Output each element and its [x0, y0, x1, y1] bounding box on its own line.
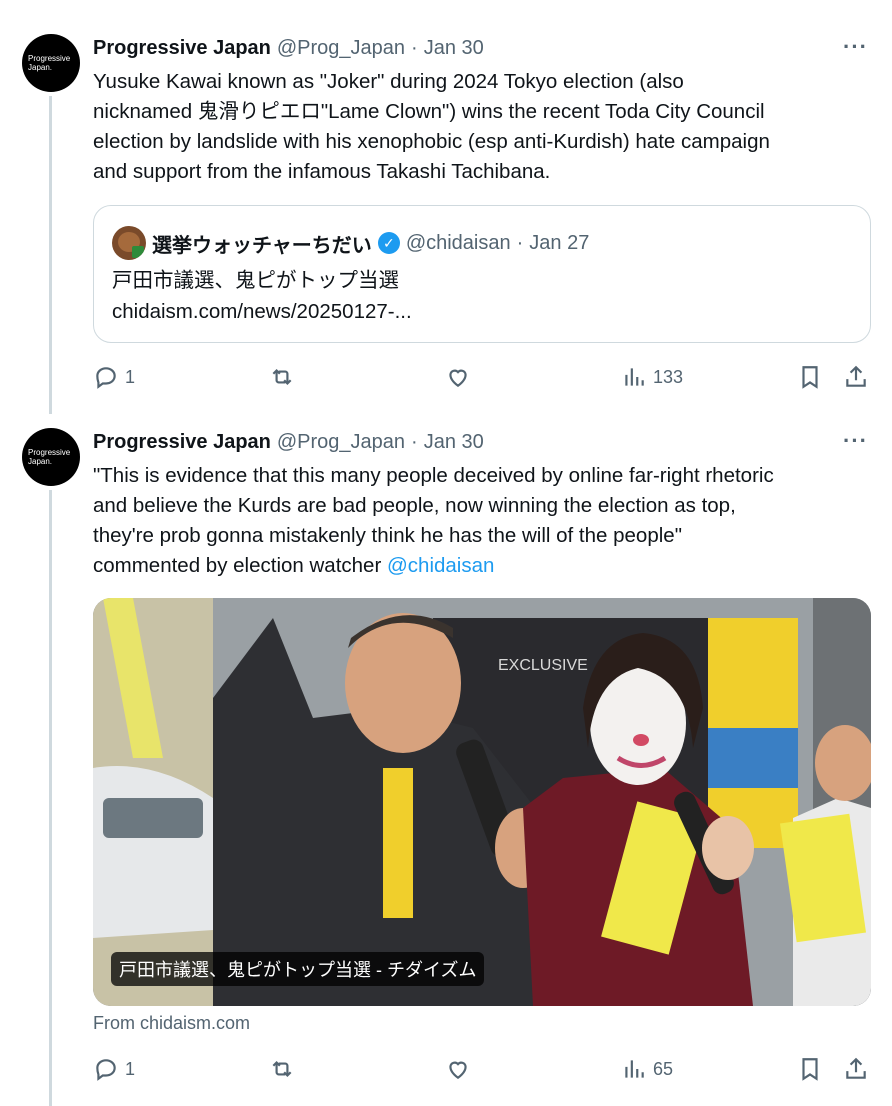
reply-count: 1 — [125, 1058, 136, 1079]
bookmark-button[interactable] — [797, 364, 823, 390]
author-handle[interactable]: @Prog_Japan — [277, 431, 405, 454]
repost-icon — [272, 368, 292, 386]
thread-line — [49, 490, 52, 1106]
share-icon — [846, 1057, 866, 1079]
share-icon — [846, 365, 866, 387]
avatar-label: Japan. — [28, 457, 53, 466]
quote-date: Jan 27 — [529, 231, 590, 254]
separator: · — [411, 37, 418, 59]
separator: · — [411, 431, 418, 453]
quote-avatar — [112, 226, 146, 260]
more-options-icon[interactable]: ··· — [843, 428, 868, 454]
avatar-label: Japan. — [28, 63, 53, 72]
tweet-header: Progressive Japan @Prog_Japan · Jan 30 — [93, 37, 484, 60]
avatar[interactable]: Progressive Japan. — [22, 34, 80, 92]
quote-tweet[interactable]: 選挙ウォッチャーちだい ✓ @chidaisan · Jan 27 戸田市議選、… — [93, 205, 871, 343]
bookmark-icon — [802, 366, 818, 389]
card-caption: 戸田市議選、鬼ピがトップ当選 - チダイズム — [111, 952, 485, 986]
separator: · — [516, 231, 524, 254]
like-button[interactable] — [445, 364, 477, 390]
views-button[interactable]: 133 — [621, 364, 683, 390]
tweet-text: Yusuke Kawai known as "Joker" during 202… — [93, 67, 873, 187]
mention-link[interactable]: @chidaisan — [387, 554, 494, 577]
thread-line — [49, 96, 52, 414]
views-button[interactable]: 65 — [621, 1056, 673, 1082]
view-count: 65 — [653, 1058, 674, 1079]
tweet-text-line: "This is evidence that this many people … — [93, 464, 774, 487]
news-photo: EXCLUSIVE — [93, 598, 871, 1006]
reply-icon — [96, 1059, 116, 1081]
heart-icon — [449, 1061, 467, 1079]
tweet-text-line: and believe the Kurds are bad people, no… — [93, 494, 736, 517]
reply-count: 1 — [125, 366, 136, 387]
tweet-date[interactable]: Jan 30 — [424, 37, 484, 60]
repost-icon — [272, 1060, 292, 1078]
reply-button[interactable]: 1 — [93, 364, 135, 390]
tweet-text-line: and support from the infamous Takashi Ta… — [93, 160, 551, 183]
repost-button[interactable] — [269, 364, 301, 390]
tweet-actions: 1 65 — [93, 1056, 873, 1086]
quote-text: 戸田市議選、鬼ピがトップ当選 — [112, 269, 399, 292]
card-source[interactable]: From chidaism.com — [93, 1013, 250, 1034]
tweet-text-line: they're prob gonna mistakenly think he h… — [93, 524, 682, 547]
tweet-text: "This is evidence that this many people … — [93, 461, 873, 581]
share-button[interactable] — [843, 364, 869, 390]
tweet-text-line: Yusuke Kawai known as "Joker" during 202… — [93, 70, 684, 93]
banner-text: EXCLUSIVE — [498, 657, 588, 674]
quote-link-text: chidaism.com/news/20250127-... — [112, 300, 412, 323]
bookmark-icon — [802, 1058, 818, 1081]
tweet-header: Progressive Japan @Prog_Japan · Jan 30 — [93, 431, 484, 454]
more-options-icon[interactable]: ··· — [843, 34, 868, 60]
like-button[interactable] — [445, 1056, 477, 1082]
avatar-label: Progressive — [28, 448, 71, 457]
avatar[interactable]: Progressive Japan. — [22, 428, 80, 486]
reply-button[interactable]: 1 — [93, 1056, 135, 1082]
heart-icon — [449, 369, 467, 387]
quote-author-handle: @chidaisan — [405, 231, 511, 254]
tweet-text-fragment: commented by election watcher — [93, 554, 387, 577]
views-chart-icon — [625, 1060, 644, 1078]
link-card-image[interactable]: EXCLUSIVE 戸田市議選、鬼ピがトップ当選 - チダイズム — [93, 598, 871, 1006]
quote-header: 選挙ウォッチャーちだい ✓ @chidaisan · Jan 27 — [112, 226, 589, 260]
tweet-text-line: nicknamed 鬼滑りピエロ"Lame Clown") wins the r… — [93, 100, 765, 123]
author-name[interactable]: Progressive Japan — [93, 37, 271, 60]
verified-badge-icon: ✓ — [377, 232, 400, 254]
reply-icon — [96, 367, 116, 389]
tweet-date[interactable]: Jan 30 — [424, 431, 484, 454]
view-count: 133 — [653, 366, 684, 387]
tweet-text-line: election by landslide with his xenophobi… — [93, 130, 770, 153]
share-button[interactable] — [843, 1056, 869, 1082]
tweet-actions: 1 133 — [93, 364, 873, 394]
avatar-label: Progressive — [28, 54, 71, 63]
repost-button[interactable] — [269, 1056, 301, 1082]
bookmark-button[interactable] — [797, 1056, 823, 1082]
views-chart-icon — [625, 368, 644, 386]
author-handle[interactable]: @Prog_Japan — [277, 37, 405, 60]
author-name[interactable]: Progressive Japan — [93, 431, 271, 454]
tweet-text-line: commented by election watcher @chidaisan — [93, 551, 873, 581]
quote-author-name: 選挙ウォッチャーちだい — [152, 234, 372, 257]
